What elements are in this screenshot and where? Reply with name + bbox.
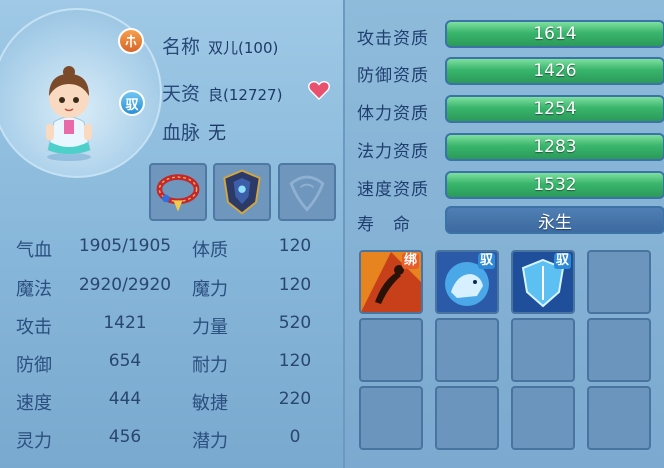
aptitude-bar: 1614 <box>445 20 664 48</box>
aptitude-label: 速度资质 <box>357 180 429 200</box>
talent-row: 天资 良(12727) <box>162 79 282 106</box>
attr-value: 0 <box>289 427 301 447</box>
equip-slot-armor[interactable] <box>213 163 271 221</box>
name-value: 双儿(100) <box>208 39 279 57</box>
stat-label: 攻击 <box>16 317 52 338</box>
bloodline-value: 无 <box>208 123 226 144</box>
aptitude-row: 速度资质 1532 <box>357 171 664 201</box>
stat-label: 气血 <box>16 240 52 261</box>
stat-value: 654 <box>108 351 142 371</box>
talent-label: 天资 <box>162 83 201 105</box>
aptitude-label: 体力资质 <box>357 104 429 124</box>
aptitude-bar: 1532 <box>445 171 664 199</box>
stat-label: 灵力 <box>16 431 52 452</box>
class-badge-icon <box>118 28 144 54</box>
stat-value: 444 <box>108 389 142 409</box>
attr-value: 520 <box>278 313 312 333</box>
stat-row: 防御 654 耐力 120 <box>0 351 340 389</box>
aptitude-row: 体力资质 1254 <box>357 95 664 125</box>
talent-value: 良(12727) <box>208 86 283 104</box>
stat-row: 攻击 1421 力量 520 <box>0 313 340 351</box>
stat-row: 灵力 456 潜力 0 <box>0 427 340 465</box>
lifespan-label: 寿 命 <box>357 215 411 235</box>
aptitude-row: 防御资质 1426 <box>357 57 664 87</box>
attr-label: 潜力 <box>192 431 228 452</box>
skill-slot-7[interactable] <box>511 318 575 382</box>
name-label: 名称 <box>162 36 201 58</box>
stat-value: 2920/2920 <box>78 275 172 295</box>
skill-slot-4[interactable] <box>587 250 651 314</box>
aptitude-row: 攻击资质 1614 <box>357 20 664 50</box>
pet-avatar[interactable] <box>34 62 104 162</box>
stat-label: 魔法 <box>16 279 52 300</box>
attr-value: 120 <box>278 351 312 371</box>
aptitude-label: 攻击资质 <box>357 29 429 49</box>
accessory-placeholder-icon <box>289 175 325 212</box>
skill-slot-8[interactable] <box>587 318 651 382</box>
attr-label: 力量 <box>192 317 228 338</box>
skill-tag: 绑 <box>401 253 419 269</box>
equip-slot-accessory[interactable] <box>278 163 336 221</box>
aptitude-label: 防御资质 <box>357 66 429 86</box>
stat-label: 防御 <box>16 355 52 376</box>
lifespan-row: 寿 命 永生 <box>357 206 664 236</box>
tame-badge: 驭 <box>119 90 145 116</box>
skill-tag: 驭 <box>553 253 571 269</box>
armor-icon <box>223 169 261 215</box>
attr-value: 220 <box>278 389 312 409</box>
skill-tag: 驭 <box>477 253 495 269</box>
aptitude-row: 法力资质 1283 <box>357 133 664 163</box>
stat-value: 1421 <box>103 313 147 333</box>
stat-value: 1905/1905 <box>78 236 172 256</box>
aptitude-skill-panel: 攻击资质 1614 防御资质 1426 体力资质 1254 法力资质 1283 … <box>343 0 664 468</box>
lifespan-bar: 永生 <box>445 206 664 234</box>
skill-slot-2[interactable]: 驭 <box>435 250 499 314</box>
skill-slot-12[interactable] <box>587 386 651 450</box>
attr-label: 耐力 <box>192 355 228 376</box>
attr-label: 魔力 <box>192 279 228 300</box>
pet-info-panel: 驭 名称 双儿(100) 天资 良(12727) 血脉 无 气血 1905/19… <box>0 0 340 468</box>
stat-row: 气血 1905/1905 体质 120 <box>0 236 340 274</box>
skill-slot-9[interactable] <box>359 386 423 450</box>
heart-icon[interactable] <box>308 80 330 100</box>
stat-row: 魔法 2920/2920 魔力 120 <box>0 275 340 313</box>
collar-icon <box>156 174 200 212</box>
stat-label: 速度 <box>16 393 52 414</box>
equip-slot-collar[interactable] <box>149 163 207 221</box>
aptitude-bar: 1283 <box>445 133 664 161</box>
attr-value: 120 <box>278 275 312 295</box>
attr-label: 体质 <box>192 240 228 261</box>
name-row: 名称 双儿(100) <box>162 32 278 59</box>
stat-row: 速度 444 敏捷 220 <box>0 389 340 427</box>
aptitude-bar: 1254 <box>445 95 664 123</box>
aptitude-label: 法力资质 <box>357 142 429 162</box>
skill-slot-11[interactable] <box>511 386 575 450</box>
skill-slot-1[interactable]: 绑 <box>359 250 423 314</box>
attr-label: 敏捷 <box>192 393 228 414</box>
bloodline-label: 血脉 <box>162 122 201 144</box>
skill-slot-3[interactable]: 驭 <box>511 250 575 314</box>
skill-slot-10[interactable] <box>435 386 499 450</box>
skill-slot-5[interactable] <box>359 318 423 382</box>
attr-value: 120 <box>278 236 312 256</box>
bloodline-row: 血脉 无 <box>162 118 226 145</box>
skill-slot-6[interactable] <box>435 318 499 382</box>
aptitude-bar: 1426 <box>445 57 664 85</box>
stat-value: 456 <box>108 427 142 447</box>
